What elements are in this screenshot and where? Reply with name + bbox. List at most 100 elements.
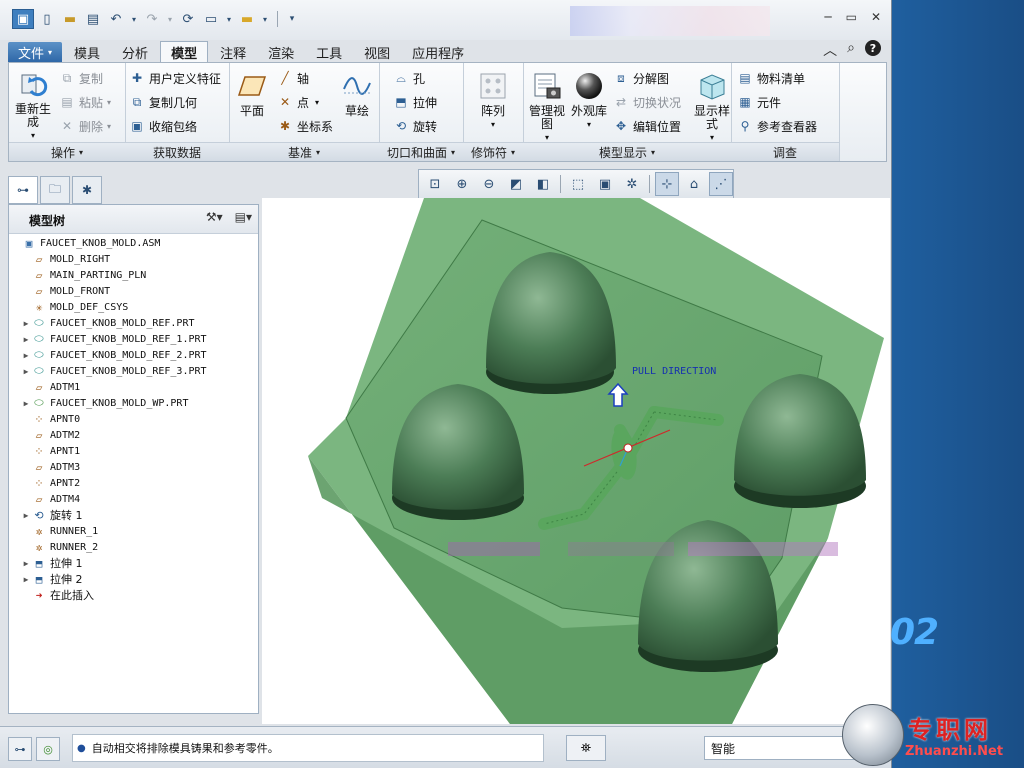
- tree-item[interactable]: ▶ ⬭ FAUCET_KNOB_MOLD_REF_1.PRT: [21, 331, 207, 347]
- minimize-button[interactable]: ─: [824, 10, 831, 24]
- tab-tools[interactable]: 工具: [306, 42, 352, 62]
- paste-button[interactable]: ▤ 粘贴 ▾: [59, 91, 111, 113]
- tab-analysis[interactable]: 分析: [112, 42, 158, 62]
- expand-arrow-icon[interactable]: ▶: [21, 351, 31, 360]
- manage-views-button[interactable]: 管理视图 ▾: [527, 69, 567, 144]
- minimize-ribbon-icon[interactable]: ︿: [823, 40, 837, 60]
- redo-icon[interactable]: ↷: [142, 10, 162, 28]
- udf-button[interactable]: ✚ 用户定义特征: [129, 67, 221, 89]
- open-icon[interactable]: ▬: [60, 10, 80, 28]
- zoom-out-icon[interactable]: ⊖: [477, 172, 501, 196]
- group-label-datum[interactable]: 基准 ▾: [229, 142, 379, 161]
- toggle-status-button[interactable]: ⇄ 切换状况: [613, 91, 681, 113]
- repaint-icon[interactable]: ◩: [504, 172, 528, 196]
- customize-icon[interactable]: ▾: [282, 10, 302, 28]
- app-logo-icon[interactable]: ▣: [12, 9, 34, 29]
- expand-arrow-icon[interactable]: ▶: [21, 367, 31, 376]
- tab-model[interactable]: 模型: [160, 41, 209, 62]
- find-button[interactable]: ⛯: [566, 735, 606, 761]
- folder-dropdown-icon[interactable]: ▾: [260, 10, 270, 28]
- graphics-viewport[interactable]: PULL DIRECTION: [262, 198, 890, 724]
- expand-arrow-icon[interactable]: ▶: [21, 399, 31, 408]
- edit-position-button[interactable]: ✥ 编辑位置: [613, 115, 681, 137]
- tree-item[interactable]: ▱ ADTM2: [21, 427, 80, 443]
- tree-item[interactable]: ▣ FAUCET_KNOB_MOLD.ASM: [11, 235, 161, 251]
- tab-annotate[interactable]: 注释: [210, 42, 256, 62]
- sketch-button[interactable]: 草绘: [337, 69, 377, 118]
- shrinkwrap-button[interactable]: ▣ 收缩包络: [129, 115, 197, 137]
- tree-item[interactable]: ▱ ADTM3: [21, 459, 80, 475]
- model-tree-tab-icon[interactable]: ⊶: [8, 176, 38, 204]
- saved-views-icon[interactable]: ▣: [593, 172, 617, 196]
- expand-arrow-icon[interactable]: ▶: [21, 511, 31, 520]
- explode-view-button[interactable]: ⧈ 分解图: [613, 67, 669, 89]
- group-label-model-display[interactable]: 模型显示 ▾: [523, 142, 731, 161]
- group-label-operations[interactable]: 操作 ▾: [9, 142, 125, 161]
- undo-icon[interactable]: ↶: [106, 10, 126, 28]
- tree-settings-icon[interactable]: ⚒▾: [206, 210, 223, 224]
- copy-button[interactable]: ⧉ 复制: [59, 67, 103, 89]
- group-label-cut-surface[interactable]: 切口和曲面 ▾: [379, 142, 463, 161]
- expand-arrow-icon[interactable]: ▶: [21, 335, 31, 344]
- tree-item[interactable]: ✳ MOLD_DEF_CSYS: [21, 299, 129, 315]
- show-navigator-icon[interactable]: ⊶: [8, 737, 32, 761]
- tree-item[interactable]: ▱ ADTM4: [21, 491, 80, 507]
- tree-item[interactable]: ⁘ APNT1: [21, 443, 80, 459]
- delete-button[interactable]: ✕ 删除 ▾: [59, 115, 111, 137]
- folder-icon[interactable]: ▬: [237, 10, 257, 28]
- annotation-display-icon[interactable]: ⌂: [682, 172, 706, 196]
- show-browser-icon[interactable]: ◎: [36, 737, 60, 761]
- copy-geometry-button[interactable]: ⧉ 复制几何: [129, 91, 197, 113]
- windows-icon[interactable]: ▭: [201, 10, 221, 28]
- help-icon[interactable]: ?: [865, 40, 881, 56]
- component-button[interactable]: ▦ 元件: [737, 91, 781, 113]
- plane-button[interactable]: 平面: [233, 69, 271, 118]
- tree-item[interactable]: ✲ RUNNER_2: [21, 539, 98, 555]
- axis-button[interactable]: ╱ 轴: [277, 67, 309, 89]
- reference-viewer-button[interactable]: ⚲ 参考查看器: [737, 115, 817, 137]
- tree-item[interactable]: ▱ ADTM1: [21, 379, 80, 395]
- tree-item[interactable]: ▶ ⬒ 拉伸 2: [21, 571, 83, 587]
- tree-item[interactable]: ▱ MOLD_RIGHT: [21, 251, 111, 267]
- undo-dropdown-icon[interactable]: ▾: [129, 10, 139, 28]
- tree-item[interactable]: ⁘ APNT0: [21, 411, 80, 427]
- tab-view[interactable]: 视图: [354, 42, 400, 62]
- folder-browser-tab-icon[interactable]: 🗀: [40, 176, 70, 204]
- orientation-mode-icon[interactable]: ⋰: [709, 172, 733, 196]
- favorites-tab-icon[interactable]: ✱: [72, 176, 102, 204]
- tree-item[interactable]: ▶ ⟲ 旋转 1: [21, 507, 83, 523]
- save-icon[interactable]: ▤: [83, 10, 103, 28]
- tree-item[interactable]: ✲ RUNNER_1: [21, 523, 98, 539]
- revolve-button[interactable]: ⟲ 旋转: [393, 115, 437, 137]
- refit-icon[interactable]: ⊡: [423, 172, 447, 196]
- tree-item[interactable]: ➜ 在此插入: [21, 587, 94, 603]
- spin-center-icon[interactable]: ⊹: [655, 172, 679, 196]
- tab-mold[interactable]: 模具: [64, 42, 110, 62]
- tree-item[interactable]: ▱ MAIN_PARTING_PLN: [21, 267, 147, 283]
- csys-button[interactable]: ✱ 坐标系: [277, 115, 333, 137]
- tree-columns-icon[interactable]: ▤▾: [235, 210, 252, 224]
- tree-item[interactable]: ▶ ⬒ 拉伸 1: [21, 555, 83, 571]
- expand-arrow-icon[interactable]: ▶: [21, 559, 31, 568]
- tab-file[interactable]: 文件 ▾: [8, 42, 63, 62]
- tree-item[interactable]: ▶ ⬭ FAUCET_KNOB_MOLD_REF.PRT: [21, 315, 195, 331]
- display-style-button[interactable]: 显示样式 ▾: [693, 69, 731, 144]
- restore-button[interactable]: ▭: [846, 10, 857, 24]
- tree-item[interactable]: ▶ ⬭ FAUCET_KNOB_MOLD_REF_3.PRT: [21, 363, 207, 379]
- close-button[interactable]: ✕: [871, 10, 881, 24]
- datum-display-icon[interactable]: ✲: [620, 172, 644, 196]
- view-manager-icon[interactable]: ⬚: [566, 172, 590, 196]
- tree-item[interactable]: ⁘ APNT2: [21, 475, 80, 491]
- redo-dropdown-icon[interactable]: ▾: [165, 10, 175, 28]
- expand-arrow-icon[interactable]: ▶: [21, 575, 31, 584]
- tree-item[interactable]: ▶ ⬭ FAUCET_KNOB_MOLD_WP.PRT: [21, 395, 189, 411]
- tree-item[interactable]: ▱ MOLD_FRONT: [21, 283, 111, 299]
- windows-dropdown-icon[interactable]: ▾: [224, 10, 234, 28]
- hole-button[interactable]: ⌓ 孔: [393, 67, 425, 89]
- tab-render[interactable]: 渲染: [258, 42, 304, 62]
- group-label-modifiers[interactable]: 修饰符 ▾: [463, 142, 523, 161]
- pattern-button[interactable]: 阵列 ▾: [473, 69, 513, 131]
- point-button[interactable]: ✕ 点 ▾: [277, 91, 319, 113]
- expand-arrow-icon[interactable]: ▶: [21, 319, 31, 328]
- bom-button[interactable]: ▤ 物料清单: [737, 67, 805, 89]
